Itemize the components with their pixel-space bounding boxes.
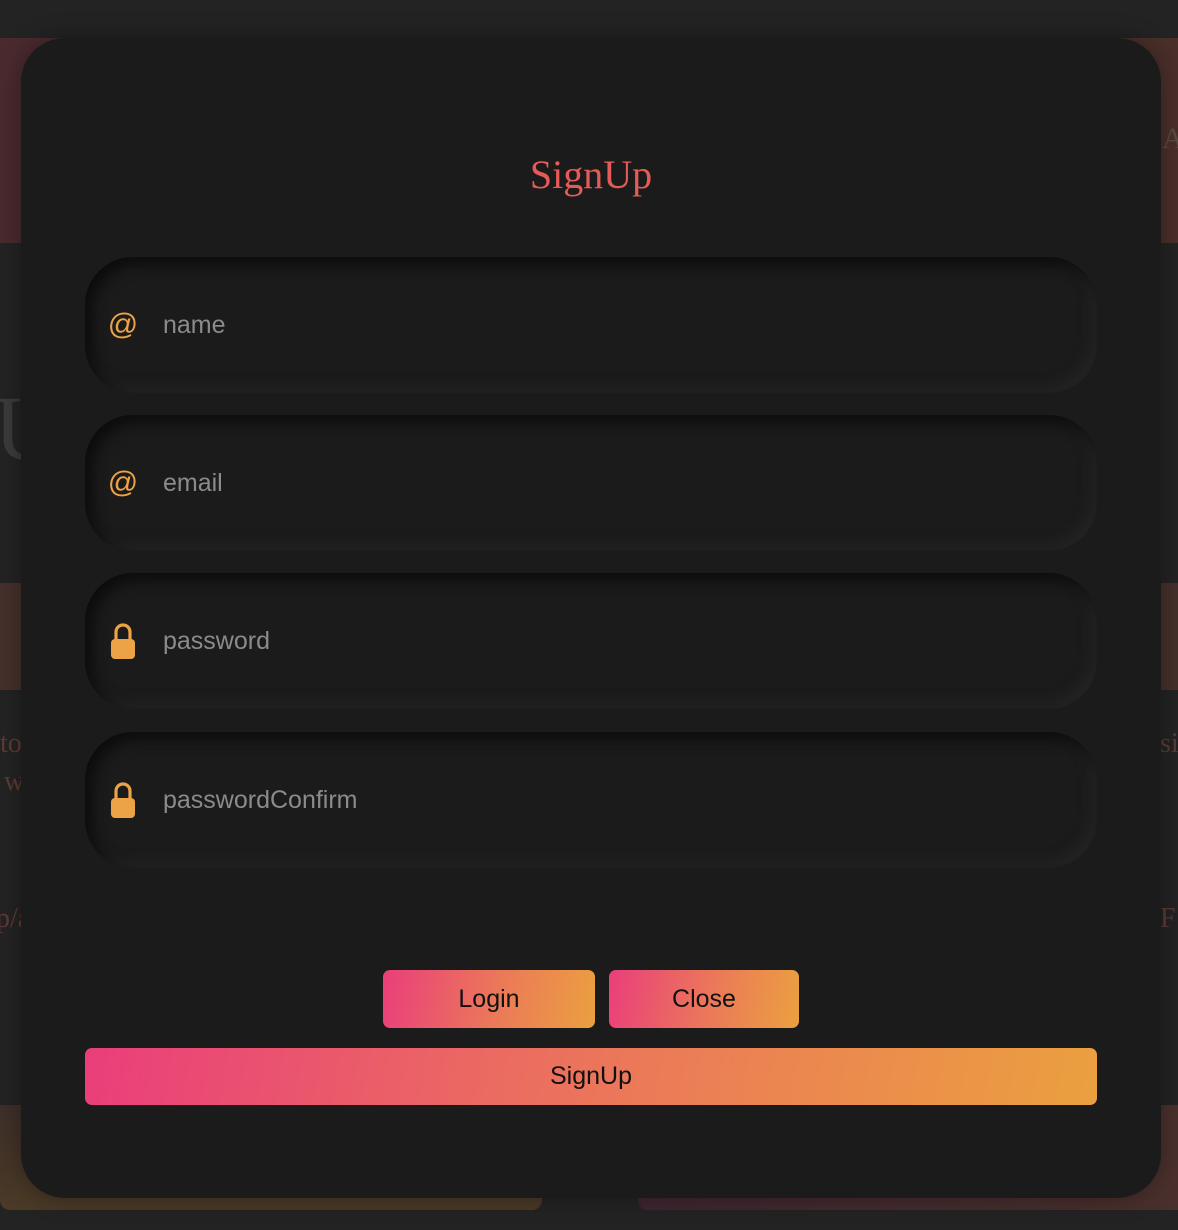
- password-field[interactable]: [85, 573, 1097, 709]
- lock-icon: [107, 781, 139, 819]
- modal-title: SignUp: [529, 152, 653, 197]
- password-confirm-field[interactable]: [85, 732, 1097, 868]
- close-button[interactable]: Close: [609, 970, 799, 1028]
- lock-icon: [107, 622, 139, 660]
- email-field[interactable]: @: [85, 415, 1097, 551]
- login-button[interactable]: Login: [383, 970, 595, 1028]
- signup-button[interactable]: SignUp: [85, 1048, 1097, 1105]
- background-text: to: [0, 728, 22, 759]
- email-input[interactable]: [163, 415, 1063, 551]
- password-input[interactable]: [163, 573, 1063, 709]
- background-text: F: [1160, 903, 1176, 934]
- password-confirm-input[interactable]: [163, 732, 1063, 868]
- at-icon: @: [107, 308, 139, 341]
- signup-modal: SignUp @ @ Login Close SignUp: [21, 38, 1161, 1198]
- at-icon: @: [107, 466, 139, 499]
- background-side-text: A: [1162, 122, 1178, 155]
- name-input[interactable]: [163, 257, 1063, 393]
- name-field[interactable]: @: [85, 257, 1097, 393]
- background-text: si: [1160, 728, 1178, 759]
